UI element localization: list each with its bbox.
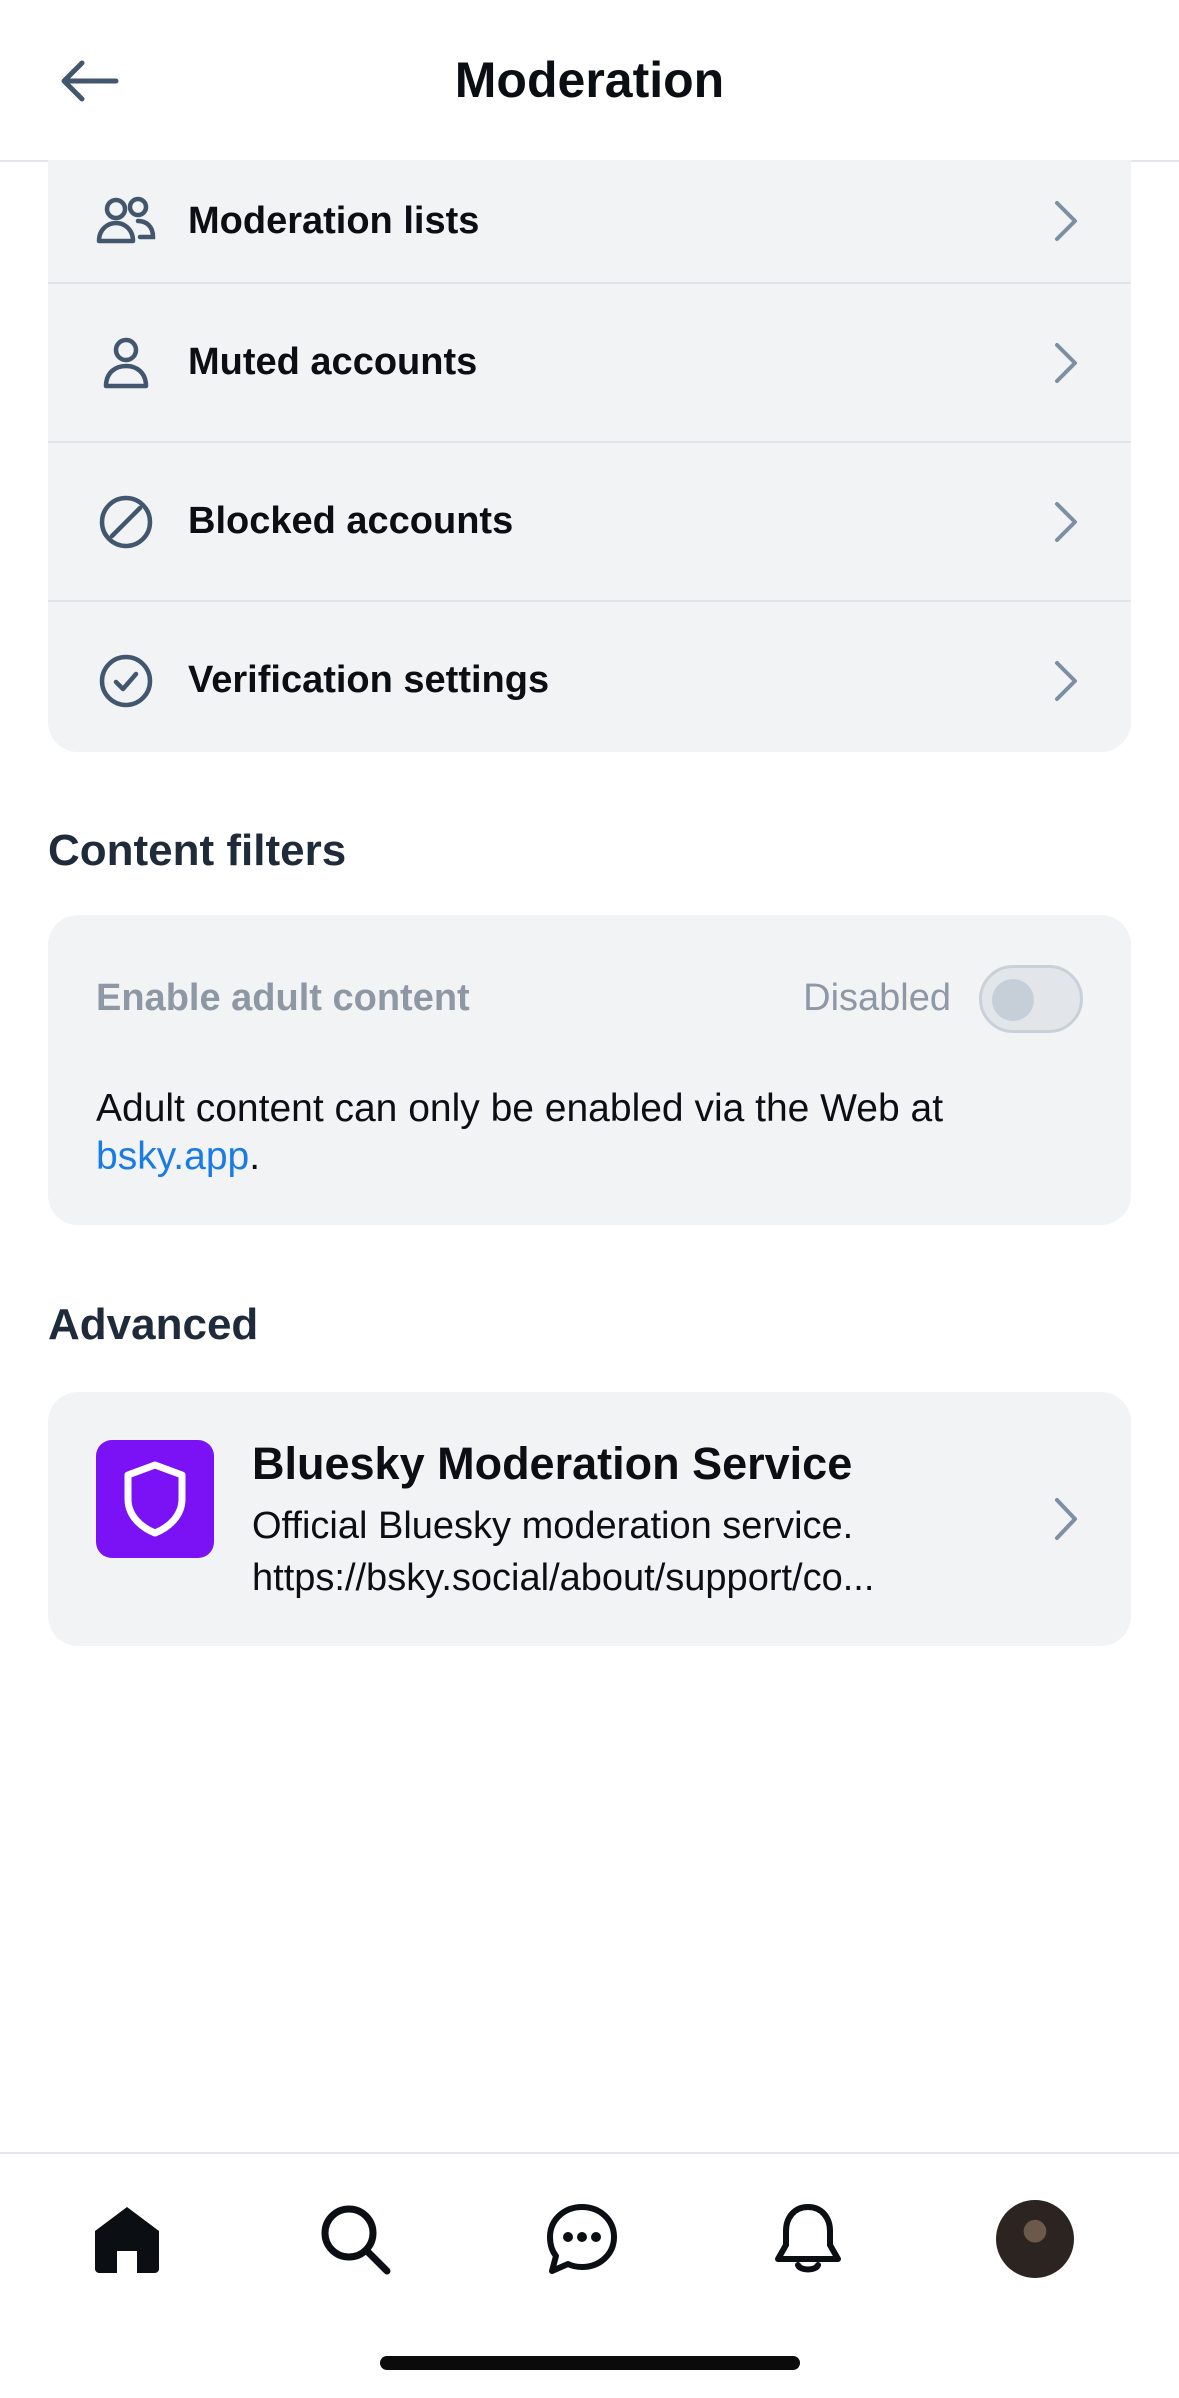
moderation-service-item[interactable]: Bluesky Moderation Service Official Blue… [48, 1392, 1131, 1646]
service-description-line: https://bsky.social/about/support/co... [252, 1557, 875, 1599]
bell-icon [775, 2204, 841, 2273]
nav-chat[interactable] [537, 2194, 627, 2284]
content-filters-heading: Content filters [48, 826, 347, 875]
shield-icon [124, 1461, 186, 1537]
row-label: Moderation lists [188, 199, 480, 242]
verification-settings-item[interactable]: Verification settings [48, 602, 1131, 752]
chevron-right-icon [1055, 342, 1077, 383]
header-bar: Moderation [0, 0, 1179, 162]
advanced-heading: Advanced [48, 1300, 259, 1349]
content-filters-card: Enable adult content Disabled Adult cont… [48, 915, 1131, 1225]
note-text: Adult content can only be enabled via th… [96, 1087, 944, 1130]
note-suffix: . [249, 1135, 261, 1178]
chevron-right-icon [1055, 501, 1077, 542]
adult-content-toggle[interactable] [979, 965, 1083, 1033]
people-icon [96, 191, 156, 251]
blocked-accounts-item[interactable]: Blocked accounts [48, 443, 1131, 602]
page-title: Moderation [454, 52, 725, 108]
row-label: Muted accounts [188, 341, 478, 383]
search-icon [321, 2205, 391, 2275]
service-logo [96, 1440, 214, 1558]
moderation-menu: Moderation lists Muted accounts Blocked … [48, 160, 1131, 752]
chat-icon [547, 2204, 617, 2274]
service-name: Bluesky Moderation Service [252, 1438, 853, 1489]
home-icon [95, 2207, 159, 2273]
nav-search[interactable] [310, 2194, 400, 2284]
row-label: Verification settings [188, 659, 550, 701]
circle-check-icon [96, 651, 156, 711]
adult-content-status: Disabled [803, 977, 951, 1019]
person-icon [96, 333, 156, 393]
nav-profile[interactable] [990, 2194, 1080, 2284]
bsky-app-link[interactable]: bsky.app [96, 1135, 249, 1178]
nav-home[interactable] [82, 2194, 172, 2284]
muted-accounts-item[interactable]: Muted accounts [48, 284, 1131, 443]
chevron-right-icon [1055, 660, 1077, 701]
avatar [996, 2200, 1074, 2278]
row-label: Blocked accounts [188, 500, 514, 542]
chevron-right-icon [1055, 1498, 1077, 1540]
chevron-right-icon [1055, 201, 1077, 241]
arrow-left-icon [61, 60, 119, 102]
adult-content-note: Adult content can only be enabled via th… [96, 1085, 1096, 1181]
toggle-knob [992, 979, 1034, 1021]
nav-notifications[interactable] [763, 2194, 853, 2284]
back-button[interactable] [50, 46, 130, 116]
moderation-lists-item[interactable]: Moderation lists [48, 160, 1131, 284]
circle-slash-icon [96, 492, 156, 552]
adult-content-label: Enable adult content [96, 977, 470, 1019]
home-indicator [380, 2356, 800, 2370]
service-description: Official Bluesky moderation service. htt… [252, 1500, 992, 1604]
service-description-line: Official Bluesky moderation service. [252, 1505, 854, 1547]
